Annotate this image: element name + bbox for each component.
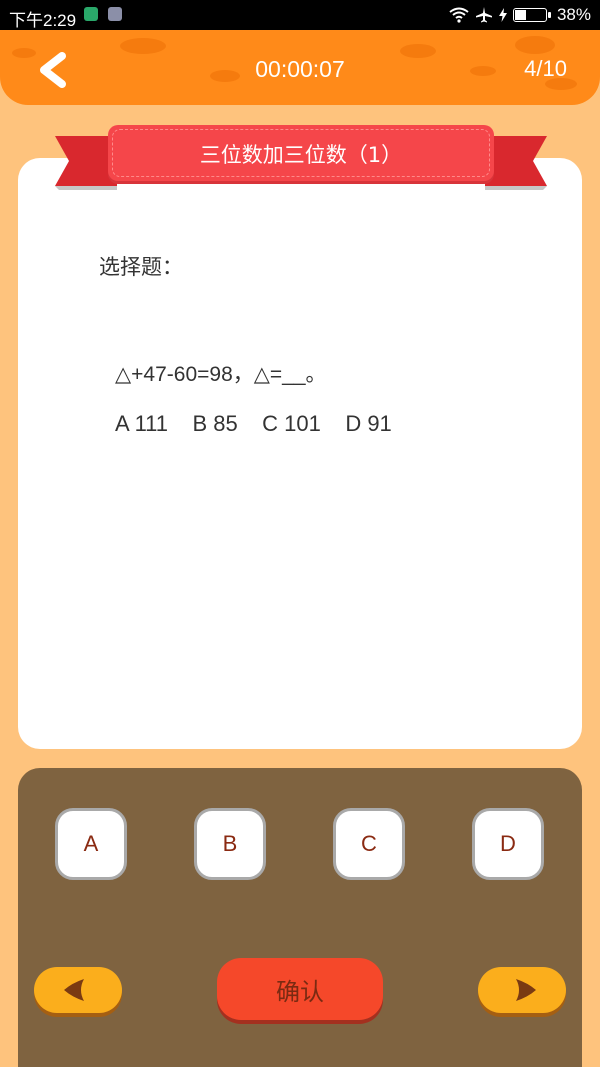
charging-icon <box>498 8 507 22</box>
battery-icon <box>512 8 551 22</box>
confirm-button[interactable]: 确认 <box>217 958 383 1020</box>
previous-button[interactable] <box>34 967 122 1013</box>
question-progress: 4/10 <box>524 56 567 81</box>
status-bar: 下午2:29 38% <box>0 0 600 30</box>
option-c-button[interactable]: C <box>333 808 405 880</box>
quiz-timer: 00:00:07 <box>255 56 345 82</box>
chevron-left-icon <box>64 979 84 1001</box>
question-options-text: A 111 B 85 C 101 D 91 <box>115 411 392 436</box>
chevron-right-icon <box>516 979 536 1001</box>
airplane-icon <box>475 7 492 23</box>
ribbon-tail-right <box>485 136 547 190</box>
title-ribbon: 三位数加三位数（1） <box>108 125 494 181</box>
question-text: △+47-60=98，△=__。 <box>115 363 327 386</box>
shield-icon <box>84 7 98 21</box>
status-time: 下午2:29 <box>9 11 77 30</box>
battery-percent: 38% <box>556 5 591 24</box>
option-d-button[interactable]: D <box>472 808 544 880</box>
option-a-button[interactable]: A <box>55 808 127 880</box>
wifi-icon <box>449 7 469 23</box>
question-card <box>18 158 582 749</box>
option-b-button[interactable]: B <box>194 808 266 880</box>
question-type-label: 选择题： <box>99 255 183 279</box>
next-button[interactable] <box>478 967 566 1013</box>
notification-icon <box>108 7 122 21</box>
lesson-title: 三位数加三位数（1） <box>199 143 403 167</box>
header-bar: 00:00:07 4/10 <box>0 30 600 105</box>
